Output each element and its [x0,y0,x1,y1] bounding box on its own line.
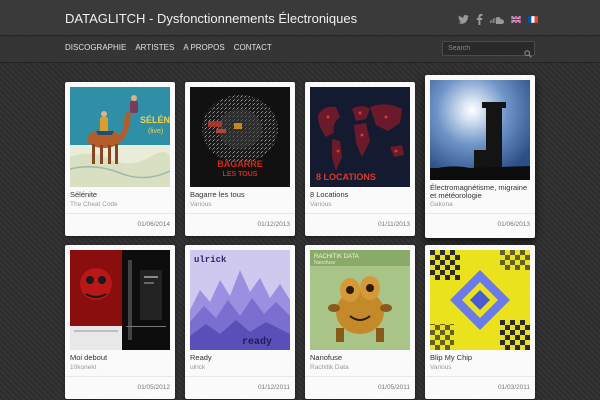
nav-item-artistes[interactable]: Artistes [135,43,174,52]
card-divider [185,376,295,377]
card-divider [305,376,415,377]
album-cover-nanofuse[interactable]: RACHITIK DATA Nanofuse [310,250,410,350]
cover-subtitle-text: ready [242,336,272,348]
album-cover-moi-debout[interactable] [70,250,170,350]
album-card-ready[interactable]: ulrick ready Ready ulrick 01/12/2011 [185,245,295,399]
album-card-electromagnetisme[interactable]: Électromagnétisme, migraine et météorolo… [425,75,535,238]
album-card-bagarre[interactable]: BAGARRE LES TOUS Bagarre les tous Variou… [185,82,295,236]
search-input[interactable] [442,41,535,56]
card-divider [425,213,535,214]
nav-bar: Discographie Artistes A propos Contact [0,37,600,63]
album-artist[interactable]: 10konekt [70,364,96,372]
album-artist[interactable]: ulrick [190,364,205,372]
cover-subtitle-text: Nanofuse [314,260,336,266]
album-title[interactable]: 8 Locations [310,191,410,199]
album-artist[interactable]: The Cheat Code [70,201,118,209]
nav-item-discographie[interactable]: Discographie [65,43,126,52]
cover-subtitle-text: LES TOUS [223,171,258,178]
facebook-icon[interactable] [476,14,483,25]
album-title[interactable]: Ready [190,354,290,362]
album-card-nanofuse[interactable]: RACHITIK DATA Nanofuse Nanofuse Rachitik… [305,245,415,399]
album-card-blip-my-chip[interactable]: Blip My Chip Various 01/03/2011 [425,245,535,399]
social-links [458,14,538,25]
album-cover-ready[interactable]: ulrick ready [190,250,290,350]
album-cover-electromagnetisme[interactable] [430,80,530,180]
album-cover-selenite[interactable]: SÉLÉNITE (live) [70,87,170,187]
cover-title-text: BAGARRE [217,159,263,169]
album-cover-bagarre[interactable]: BAGARRE LES TOUS [190,87,290,187]
search-icon[interactable] [524,45,532,63]
album-date: 01/05/2011 [377,384,410,391]
album-date: 01/12/2011 [257,384,290,391]
album-date: 01/06/2014 [137,221,170,228]
album-card-8-locations[interactable]: 8 LOCATIONS 8 Locations Various 01/11/20… [305,82,415,236]
album-date: 01/12/2013 [257,221,290,228]
album-title[interactable]: Électromagnétisme, migraine et météorolo… [430,184,530,200]
cover-subtitle-text: (live) [148,128,163,135]
card-divider [425,376,535,377]
cover-title-text: 8 LOCATIONS [316,172,376,182]
album-card-selenite[interactable]: SÉLÉNITE (live) Sélénite The Cheat Code … [65,82,175,236]
album-date: 01/03/2011 [497,384,530,391]
card-divider [305,213,415,214]
cover-title-text: ulrick [194,255,227,265]
twitter-icon[interactable] [458,15,469,24]
album-date: 01/06/2013 [497,221,530,228]
album-artist[interactable]: Rachitik Data [310,364,349,372]
album-cover-8-locations[interactable]: 8 LOCATIONS [310,87,410,187]
card-divider [65,213,175,214]
cover-title-text: SÉLÉNITE [140,115,170,125]
album-title[interactable]: Sélénite [70,191,170,199]
flag-uk-icon[interactable] [511,16,521,23]
album-title[interactable]: Bagarre les tous [190,191,290,199]
album-card-moi-debout[interactable]: Moi debout 10konekt 01/05/2012 [65,245,175,399]
site-title[interactable]: DATAGLITCH - Dysfonctionnements Électron… [65,11,357,26]
nav-item-contact[interactable]: Contact [234,43,272,52]
album-artist[interactable]: Various [310,201,332,209]
card-divider [185,213,295,214]
main-nav: Discographie Artistes A propos Contact [65,43,272,52]
album-date: 01/11/2013 [377,221,410,228]
nav-item-a-propos[interactable]: A propos [183,43,224,52]
card-divider [65,376,175,377]
top-bar: DATAGLITCH - Dysfonctionnements Électron… [0,0,600,36]
album-title[interactable]: Moi debout [70,354,170,362]
album-artist[interactable]: Various [190,201,212,209]
flag-fr-icon[interactable] [528,16,538,23]
album-date: 01/05/2012 [137,384,170,391]
album-title[interactable]: Nanofuse [310,354,410,362]
album-artist[interactable]: Various [430,364,452,372]
album-title[interactable]: Blip My Chip [430,354,530,362]
soundcloud-icon[interactable] [490,16,504,24]
album-artist[interactable]: Gakona [430,201,453,209]
album-cover-blip-my-chip[interactable] [430,250,530,350]
